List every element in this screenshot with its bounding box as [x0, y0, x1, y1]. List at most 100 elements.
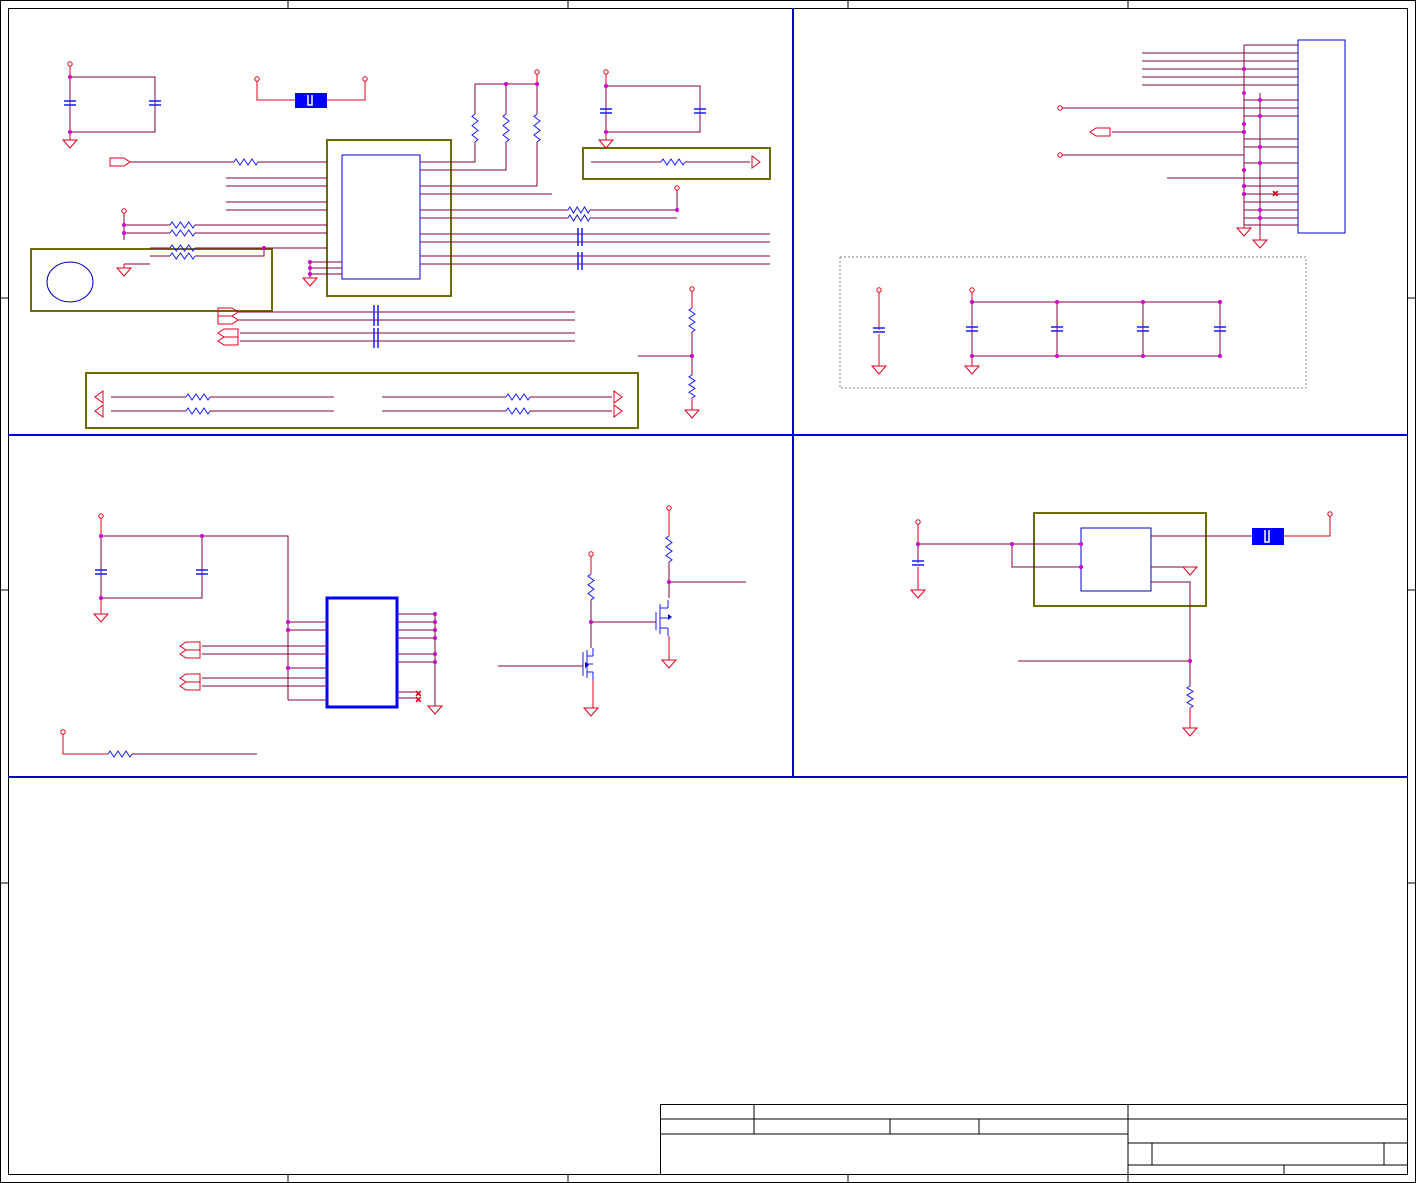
junction-dot	[1079, 565, 1083, 569]
junction-dot	[433, 636, 437, 640]
junction-dot	[68, 130, 72, 134]
fuse-parts	[295, 93, 1284, 545]
resistor	[567, 214, 591, 222]
junction-dot	[604, 84, 608, 88]
ground-symbol	[92, 613, 110, 623]
junction-dot	[970, 354, 974, 358]
resistor	[1186, 685, 1194, 709]
junction-dot	[1242, 122, 1246, 126]
wire	[1151, 581, 1191, 686]
net-wire	[1284, 516, 1331, 537]
port-symbol	[109, 157, 131, 167]
ground-symbol	[301, 277, 319, 287]
junction-dot	[99, 534, 103, 538]
schematic-canvas: ×××	[0, 0, 1416, 1183]
junction-dot	[1141, 300, 1145, 304]
junction-dot	[1258, 216, 1262, 220]
junction-dot	[1010, 542, 1014, 546]
junction-dot	[1218, 300, 1222, 304]
power-pin	[67, 61, 73, 67]
junction-dot	[1258, 114, 1262, 118]
ground-symbol	[1181, 566, 1199, 576]
junction-dot	[1218, 354, 1222, 358]
power-pin	[121, 208, 127, 214]
junction-dot	[262, 246, 266, 250]
arrow-symbol	[751, 155, 761, 169]
schematic-sheet: × × ×	[0, 0, 1416, 1183]
resistor	[660, 158, 686, 166]
junction-dot	[433, 660, 437, 664]
wire	[420, 142, 507, 171]
port-symbol	[217, 328, 239, 338]
junction-dot	[535, 82, 539, 86]
resistor	[502, 113, 510, 143]
power-pin	[1057, 105, 1063, 111]
port-symbol	[217, 315, 239, 325]
resistor	[688, 307, 696, 333]
power-pin	[666, 505, 672, 511]
junction-dot	[1141, 354, 1145, 358]
wire	[606, 85, 701, 133]
ground-symbol	[115, 267, 133, 277]
port-symbol	[217, 336, 239, 346]
junction-dot	[1242, 168, 1246, 172]
wire	[420, 142, 476, 163]
battery-coin-cell	[46, 261, 94, 303]
junction-dot	[1258, 161, 1262, 165]
lower-ic-body	[325, 596, 399, 709]
ground-symbol	[597, 139, 615, 149]
ground-symbol	[870, 365, 888, 375]
arrow-symbol	[613, 404, 623, 418]
net-wire	[256, 81, 295, 101]
junction-dot	[308, 260, 312, 264]
wire	[1011, 544, 1081, 568]
junction-dot	[122, 231, 126, 235]
junction-dot	[1242, 91, 1246, 95]
section-dividers	[8, 8, 1408, 778]
mosfet	[655, 600, 669, 636]
junction-dot	[1242, 67, 1246, 71]
ground-symbol	[582, 707, 600, 717]
junction-dot	[1055, 354, 1059, 358]
power-pin	[98, 513, 104, 519]
junction-dot	[1258, 145, 1262, 149]
resistor	[567, 206, 591, 214]
ground-symbol	[963, 365, 981, 375]
arrow-symbol	[94, 390, 104, 404]
mosfet	[582, 648, 594, 680]
junction-dot	[1258, 98, 1262, 102]
junction-dot	[433, 628, 437, 632]
power-pin	[915, 519, 921, 525]
ground-symbol	[1251, 239, 1269, 249]
junction-dot	[675, 208, 679, 212]
net-wire	[327, 81, 366, 101]
power-pin	[534, 69, 540, 75]
bus-group-box	[85, 372, 639, 429]
port-symbol	[179, 641, 201, 651]
main-ic-body	[341, 154, 421, 280]
ground-symbol	[683, 409, 701, 419]
resistor	[665, 535, 673, 563]
junction-dot	[1258, 208, 1262, 212]
ground-symbol	[61, 139, 79, 149]
junction-dot	[1242, 184, 1246, 188]
resistor	[185, 407, 211, 415]
resistor	[185, 393, 211, 401]
junction-dot	[200, 534, 204, 538]
wire	[420, 142, 538, 187]
title-block	[660, 1104, 1408, 1175]
net-layer: ×××	[60, 61, 1333, 755]
junction-dot	[667, 580, 671, 584]
wire	[590, 190, 678, 211]
junction-dot	[308, 272, 312, 276]
decoupling-dashed-box	[839, 256, 1307, 389]
junction-dot	[308, 266, 312, 270]
junction-dot	[433, 612, 437, 616]
power-pin	[674, 185, 680, 191]
wire	[101, 535, 289, 700]
power-pin	[362, 76, 368, 82]
junction-dot	[433, 620, 437, 624]
resistor	[233, 158, 259, 166]
power-pin	[588, 551, 594, 557]
resistor	[505, 407, 531, 415]
